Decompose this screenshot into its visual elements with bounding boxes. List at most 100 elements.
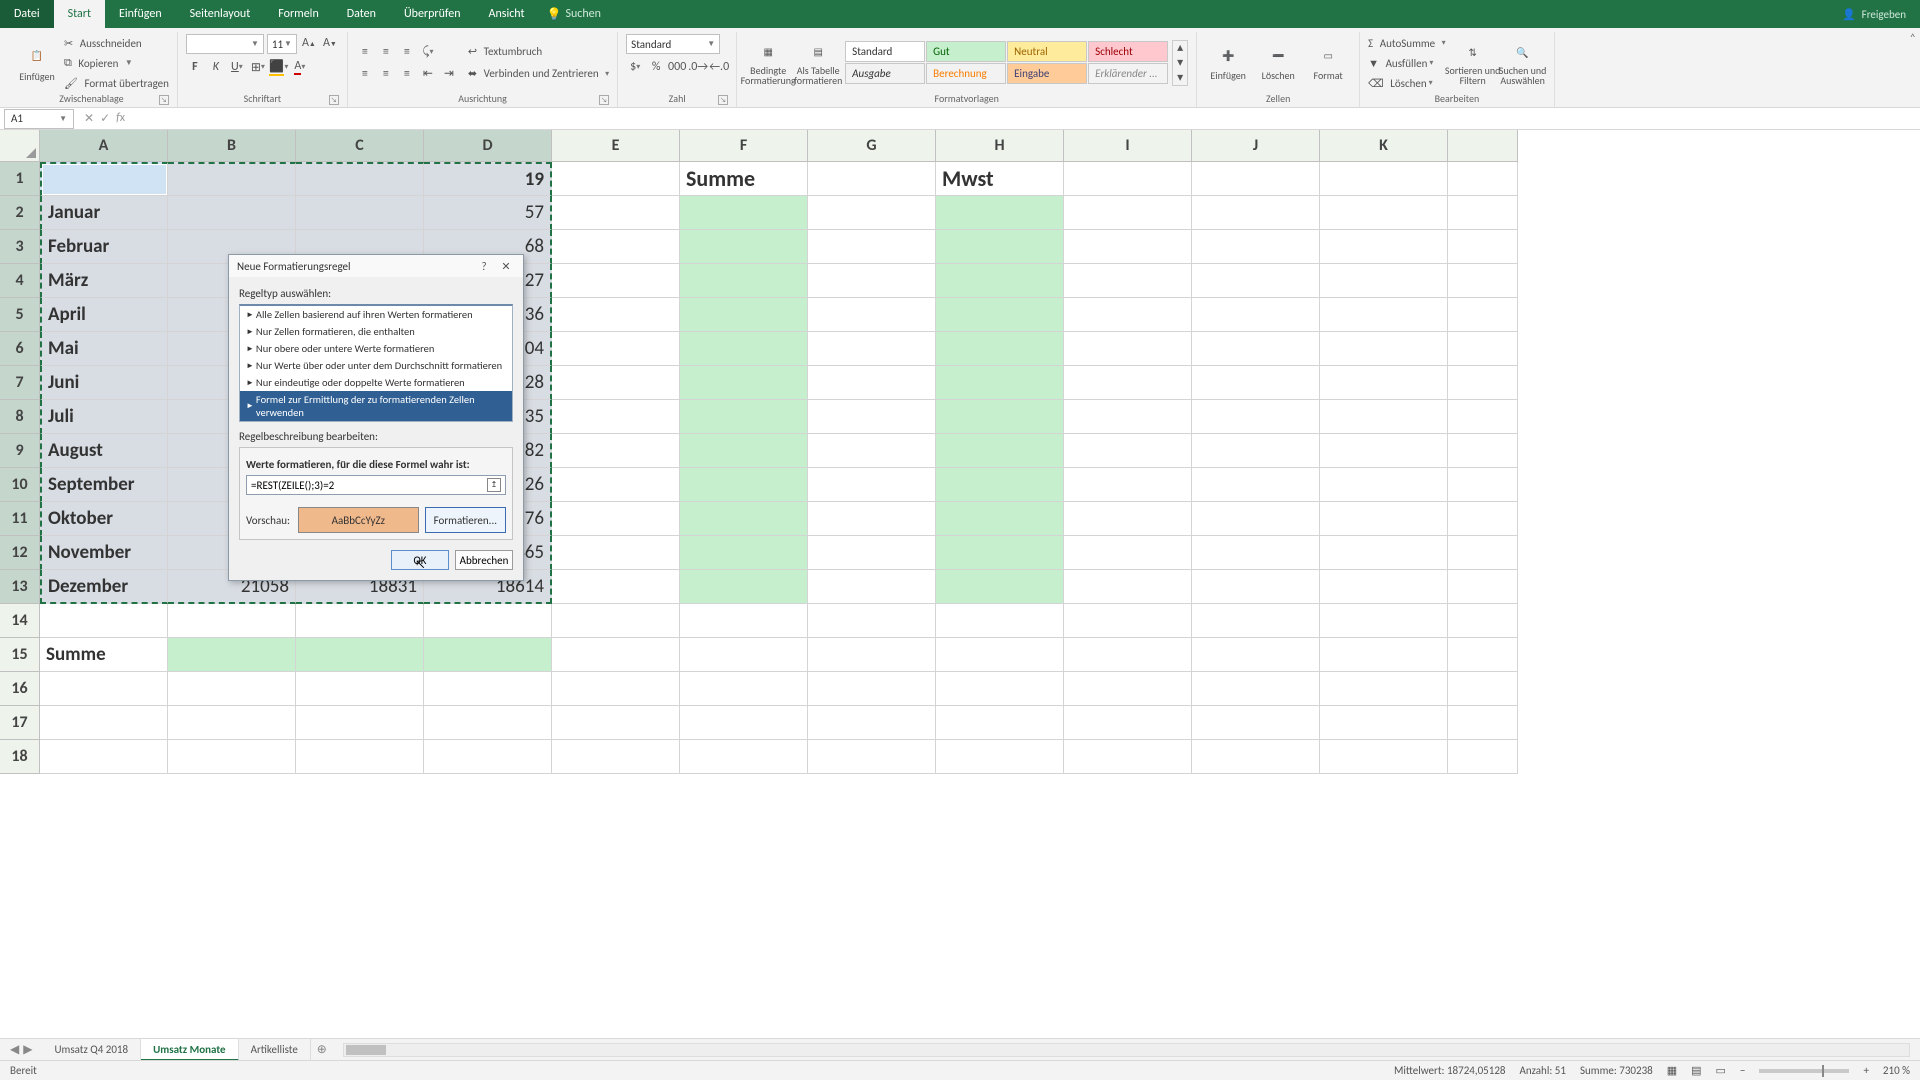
cell-J14[interactable] xyxy=(1192,604,1320,638)
sheet-tab-1[interactable]: Umsatz Q4 2018 xyxy=(42,1039,141,1061)
formula-input[interactable] xyxy=(131,109,1920,129)
tab-file[interactable]: Datei xyxy=(0,0,54,28)
cell-G13[interactable] xyxy=(808,570,936,604)
cell-A5[interactable]: April xyxy=(40,298,168,332)
zoom-slider[interactable] xyxy=(1759,1069,1849,1073)
cell-A12[interactable]: November xyxy=(40,536,168,570)
cell-F3[interactable] xyxy=(680,230,808,264)
cell-I2[interactable] xyxy=(1064,196,1192,230)
italic-button[interactable]: K xyxy=(207,58,225,76)
column-header-H[interactable]: H xyxy=(936,130,1064,162)
row-header-7[interactable]: 7 xyxy=(0,366,40,400)
dialog-close-button[interactable]: ✕ xyxy=(497,257,515,275)
cell-F13[interactable] xyxy=(680,570,808,604)
comma-button[interactable]: 000 xyxy=(668,58,686,76)
cell-F11[interactable] xyxy=(680,502,808,536)
row-header-14[interactable]: 14 xyxy=(0,604,40,638)
cell-I1[interactable] xyxy=(1064,162,1192,196)
cell-F12[interactable] xyxy=(680,536,808,570)
cell-H5[interactable] xyxy=(936,298,1064,332)
dialog-launcher-icon[interactable]: ↘ xyxy=(599,95,609,105)
cell-H17[interactable] xyxy=(936,706,1064,740)
rule-item-4[interactable]: ►Nur eindeutige oder doppelte Werte form… xyxy=(240,374,512,391)
grow-font-button[interactable]: A▲ xyxy=(300,34,318,52)
cell-J17[interactable] xyxy=(1192,706,1320,740)
cell-extra-15[interactable] xyxy=(1448,638,1518,672)
align-middle-button[interactable]: ≡ xyxy=(377,43,395,61)
cell-A10[interactable]: September xyxy=(40,468,168,502)
dialog-launcher-icon[interactable]: ↘ xyxy=(159,95,169,105)
nav-next-icon[interactable]: ▶ xyxy=(23,1042,32,1057)
sort-filter-button[interactable]: ⇅Sortieren und Filtern xyxy=(1450,40,1496,86)
cell-C14[interactable] xyxy=(296,604,424,638)
row-header-13[interactable]: 13 xyxy=(0,570,40,604)
cell-extra-3[interactable] xyxy=(1448,230,1518,264)
cell-K15[interactable] xyxy=(1320,638,1448,672)
align-right-button[interactable]: ≡ xyxy=(398,65,416,83)
column-header-C[interactable]: C xyxy=(296,130,424,162)
cell-extra-13[interactable] xyxy=(1448,570,1518,604)
cell-extra-10[interactable] xyxy=(1448,468,1518,502)
style-input[interactable]: Eingabe xyxy=(1007,63,1087,84)
cell-D2[interactable]: 57 xyxy=(424,196,552,230)
column-header-K[interactable]: K xyxy=(1320,130,1448,162)
cell-G3[interactable] xyxy=(808,230,936,264)
cell-C2[interactable] xyxy=(296,196,424,230)
row-header-3[interactable]: 3 xyxy=(0,230,40,264)
cell-A14[interactable] xyxy=(40,604,168,638)
cell-A1[interactable] xyxy=(40,162,168,196)
cell-K7[interactable] xyxy=(1320,366,1448,400)
cell-J3[interactable] xyxy=(1192,230,1320,264)
style-neutral[interactable]: Neutral xyxy=(1007,41,1087,62)
cell-G7[interactable] xyxy=(808,366,936,400)
dialog-launcher-icon[interactable]: ↘ xyxy=(718,95,728,105)
cell-K2[interactable] xyxy=(1320,196,1448,230)
add-sheet-button[interactable]: ⊕ xyxy=(311,1042,333,1057)
cell-K18[interactable] xyxy=(1320,740,1448,774)
cell-A3[interactable]: Februar xyxy=(40,230,168,264)
align-center-button[interactable]: ≡ xyxy=(377,65,395,83)
cell-A7[interactable]: Juni xyxy=(40,366,168,400)
cell-E9[interactable] xyxy=(552,434,680,468)
cell-C16[interactable] xyxy=(296,672,424,706)
cell-H6[interactable] xyxy=(936,332,1064,366)
cell-E13[interactable] xyxy=(552,570,680,604)
cell-extra-7[interactable] xyxy=(1448,366,1518,400)
cell-extra-1[interactable] xyxy=(1448,162,1518,196)
style-standard[interactable]: Standard xyxy=(845,41,925,62)
tab-data[interactable]: Daten xyxy=(333,0,390,28)
cell-F6[interactable] xyxy=(680,332,808,366)
select-all-corner[interactable] xyxy=(0,130,40,162)
gallery-up-button[interactable]: ▴ xyxy=(1173,41,1187,55)
cell-H4[interactable] xyxy=(936,264,1064,298)
cell-I18[interactable] xyxy=(1064,740,1192,774)
cell-C15[interactable] xyxy=(296,638,424,672)
cell-extra-18[interactable] xyxy=(1448,740,1518,774)
zoom-out-button[interactable]: − xyxy=(1740,1064,1745,1077)
cell-F8[interactable] xyxy=(680,400,808,434)
delete-cells-button[interactable]: ➖Löschen xyxy=(1255,43,1301,82)
cell-K16[interactable] xyxy=(1320,672,1448,706)
format-cells-button[interactable]: ▭Format xyxy=(1305,43,1351,82)
cancel-formula-icon[interactable]: ✕ xyxy=(84,111,94,126)
cell-A6[interactable]: Mai xyxy=(40,332,168,366)
cell-E14[interactable] xyxy=(552,604,680,638)
zoom-in-button[interactable]: + xyxy=(1863,1064,1868,1077)
cell-D15[interactable] xyxy=(424,638,552,672)
style-output[interactable]: Ausgabe xyxy=(845,63,925,84)
cell-G18[interactable] xyxy=(808,740,936,774)
cell-I9[interactable] xyxy=(1064,434,1192,468)
cell-F2[interactable] xyxy=(680,196,808,230)
cell-B14[interactable] xyxy=(168,604,296,638)
clear-button[interactable]: ⌫ Löschen▾ xyxy=(1368,74,1445,92)
cell-J4[interactable] xyxy=(1192,264,1320,298)
cell-B15[interactable] xyxy=(168,638,296,672)
number-format-combo[interactable]: Standard▼ xyxy=(626,34,720,54)
view-normal-button[interactable]: ▦ xyxy=(1667,1064,1677,1077)
cell-H3[interactable] xyxy=(936,230,1064,264)
cell-B1[interactable] xyxy=(168,162,296,196)
bold-button[interactable]: F xyxy=(186,58,204,76)
cell-J15[interactable] xyxy=(1192,638,1320,672)
tab-page-layout[interactable]: Seitenlayout xyxy=(176,0,265,28)
find-select-button[interactable]: 🔍Suchen und Auswählen xyxy=(1500,40,1546,86)
